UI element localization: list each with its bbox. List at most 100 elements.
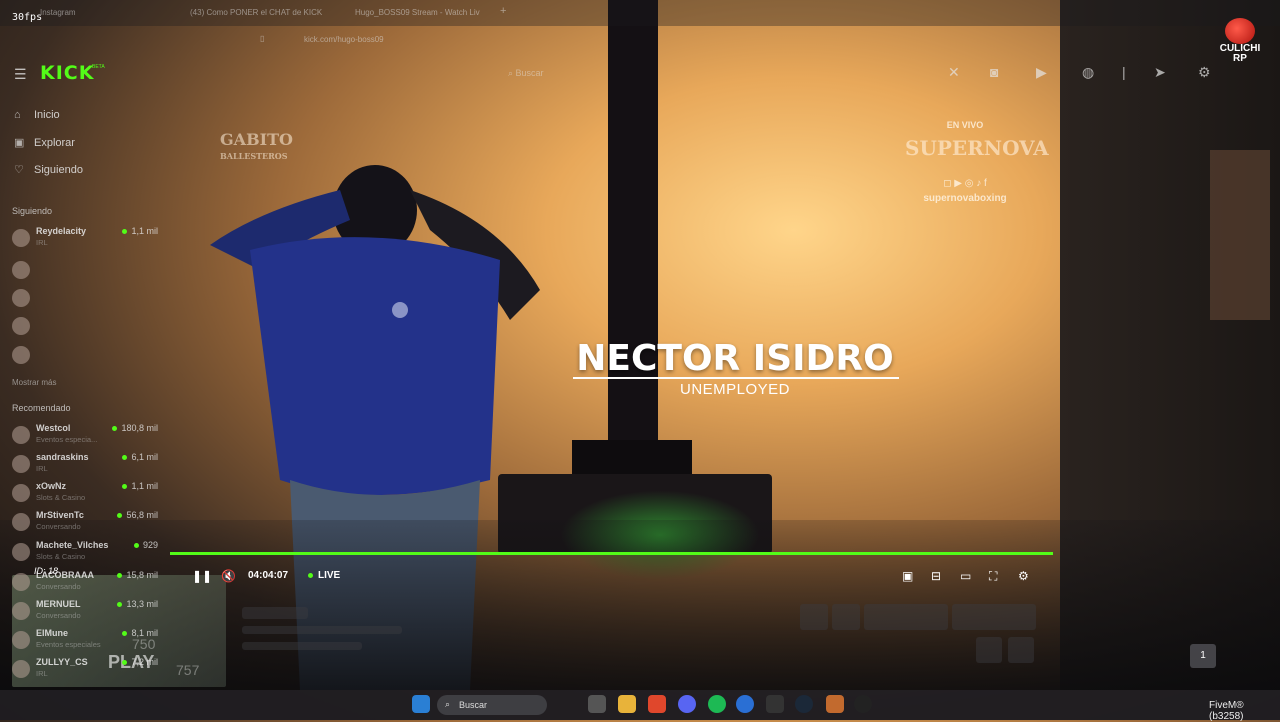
following-channel-collapsed[interactable] [12,314,162,340]
avatar [12,543,30,561]
steam-icon[interactable] [795,695,813,713]
fps-counter: 30fps [12,12,43,23]
social-icons: ◻ ▶ ◎ ♪ f [943,178,987,189]
home-icon: ⌂ [14,109,21,121]
settings-icon[interactable]: ⚙ [1018,569,1029,583]
location-icon[interactable]: ➤ [1154,64,1166,81]
supernova-logo: EN VIVO SUPERNOVA ◻ ▶ ◎ ♪ f supernovabox… [905,120,1049,204]
nav-following[interactable]: ♡ Siguiendo [14,163,83,176]
close-icon[interactable]: ✕ [948,64,960,81]
culichi-rp-logo: CULICHI RP [1212,18,1268,68]
edge-icon[interactable] [736,695,754,713]
task-view-icon[interactable] [588,695,606,713]
windows-taskbar [0,690,1280,720]
file-explorer-icon[interactable] [618,695,636,713]
youtube-icon[interactable]: ▶ [1036,64,1047,81]
search-icon: ⌕ [508,68,516,78]
skeleton [242,626,402,634]
avatar [12,455,30,473]
recommended-channel[interactable]: Machete_Vilches Slots & Casino 929 [12,540,162,566]
player-job: UNEMPLOYED [679,381,791,398]
discord-icon[interactable]: ◙ [990,64,998,80]
avatar [12,229,30,247]
heart-icon: ♡ [14,164,24,176]
new-tab-button[interactable]: + [500,5,506,17]
page-button[interactable]: 1 [1190,644,1216,668]
tab-youtube[interactable]: (43) Como PONER el CHAT de KICK [190,8,322,17]
following-channel-collapsed[interactable] [12,258,162,284]
brave-browser-icon[interactable] [648,695,666,713]
following-channel-collapsed[interactable] [12,343,162,369]
avatar [12,317,30,335]
windows-start-icon[interactable] [412,695,430,713]
avatar [12,346,30,364]
recommended-channel[interactable]: LACOBRAAA Conversando 15,8 mil [12,570,162,596]
following-channel[interactable]: Reydelacity IRL 1,1 mil [12,226,162,252]
recommended-channel[interactable]: xOwNz Slots & Casino 1,1 mil [12,481,162,507]
search-icon: ⌕ [445,699,451,709]
utility-pole [608,0,658,470]
avatar [12,660,30,678]
fullscreen-icon[interactable]: ⛶ [989,569,997,584]
recommended-channel[interactable]: Westcol Eventos especia... 180,8 mil [12,423,162,449]
epic-games-icon[interactable] [766,695,784,713]
bookmark-icon[interactable]: ▯ [260,34,264,43]
avatar [12,631,30,649]
avatar [12,602,30,620]
obs-icon[interactable] [854,695,872,713]
recommended-title: Recomendado [12,403,71,413]
following-title: Siguiendo [12,206,53,216]
divider: | [1122,64,1126,80]
skeleton [1008,637,1034,663]
discord-icon[interactable] [678,695,696,713]
app-icon[interactable] [826,695,844,713]
gabito-logo: GABITO BALLESTEROS [220,130,293,162]
tab-instagram[interactable]: Instagram [40,8,76,17]
show-more-link[interactable]: Mostrar más [12,378,56,387]
fivem-tray-label[interactable]: FiveM® (b3258) [1209,700,1280,722]
skeleton [242,642,362,650]
gear-icon[interactable]: ⚙ [1198,64,1211,81]
theater-icon[interactable]: ▭ [960,569,971,583]
spotify-icon[interactable] [708,695,726,713]
beta-badge: BETA [92,64,105,70]
progress-bar[interactable] [170,552,1053,555]
player-name: NECTOR ISIDRO [576,338,894,379]
browser-tab-bar: Instagram (43) Como PONER el CHAT de KIC… [0,0,1280,26]
nav-home[interactable]: ⌂ Inicio [14,109,60,121]
live-indicator[interactable]: LIVE [308,570,340,581]
search-input[interactable]: ⌕ Buscar [508,68,544,79]
avatar [12,573,30,591]
taskbar-search[interactable]: ⌕ Buscar [437,695,547,715]
compass-icon: ▣ [14,137,25,149]
skeleton [864,604,948,630]
recommended-channel[interactable]: sandraskins IRL 6,1 mil [12,452,162,478]
pause-icon[interactable]: ❚❚ [192,569,212,583]
following-channel-collapsed[interactable] [12,286,162,312]
recommended-channel[interactable]: MERNUEL Conversando 13,3 mil [12,599,162,625]
miniplayer-icon[interactable]: ▣ [902,569,913,583]
skeleton [832,604,860,630]
avatar [12,261,30,279]
avatar [12,426,30,444]
skeleton [242,607,308,619]
address-bar[interactable]: ▯ kick.com/hugo-boss09 [260,32,1160,50]
name-underline [573,377,899,379]
search-placeholder: Buscar [515,68,544,78]
recommended-channel[interactable]: MrStivenTc Conversando 56,8 mil [12,510,162,536]
avatar [12,484,30,502]
avatar [12,513,30,531]
tab-kick[interactable]: Hugo_BOSS09 Stream - Watch Liv [355,8,480,17]
menu-icon[interactable]: ☰ [14,66,27,83]
url-text[interactable]: kick.com/hugo-boss09 [304,35,384,44]
stream-time: 04:04:07 [248,570,289,581]
mute-icon[interactable]: 🔇 [221,569,236,583]
skeleton [800,604,828,630]
globe-icon[interactable]: ◍ [1082,64,1094,81]
kick-logo[interactable]: KICK [40,62,94,84]
clip-icon[interactable]: ⊟ [931,569,941,583]
recommended-channel[interactable]: ElMune Eventos especiales 8,1 mil [12,628,162,654]
minimap-number: 757 [176,662,200,678]
recommended-channel[interactable]: ZULLYY_CS IRL 7,2 mil [12,657,162,683]
nav-explore[interactable]: ▣ Explorar [14,136,75,149]
